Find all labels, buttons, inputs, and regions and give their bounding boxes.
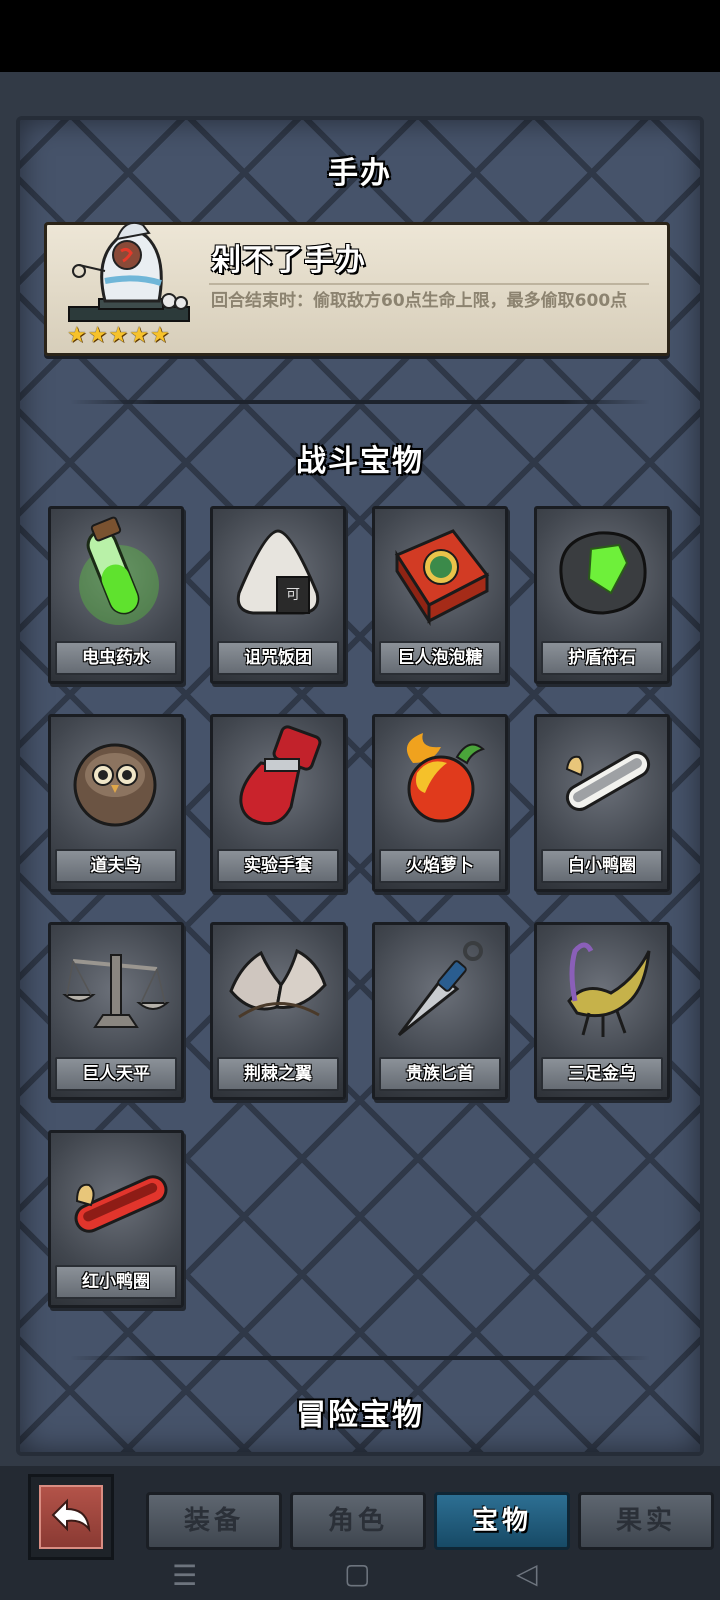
treasure-item[interactable]: 白小鸭圈 (534, 714, 670, 892)
treasure-item[interactable]: 贵族匕首 (372, 922, 508, 1100)
treasure-item[interactable]: 巨人泡泡糖 (372, 506, 508, 684)
treasure-item[interactable]: 实验手套 (210, 714, 346, 892)
treasure-item[interactable]: 巨人天平 (48, 922, 184, 1100)
treasure-item-label: 巨人泡泡糖 (379, 641, 501, 675)
status-bar (0, 0, 720, 72)
potion-icon (79, 516, 159, 625)
figure-description: 回合结束时：偷取敌方60点生命上限，最多偷取600点 (211, 291, 628, 311)
treasure-item-label: 红小鸭圈 (55, 1265, 177, 1299)
treasure-item-label: 电虫药水 (55, 641, 177, 675)
treasure-item-label: 三足金乌 (541, 1057, 663, 1091)
tab-equipment[interactable]: 装备 (146, 1492, 282, 1550)
star-icon: ★ (149, 323, 170, 348)
treasure-item[interactable]: 三足金乌 (534, 922, 670, 1100)
menu-icon[interactable]: ☰ (172, 1562, 197, 1590)
back-arrow-icon (51, 1498, 91, 1533)
star-icon: ★ (87, 323, 108, 348)
svg-text:可: 可 (286, 587, 300, 603)
system-navigation-bar: ☰ ▢ ◁ (0, 1552, 720, 1600)
treasure-item[interactable]: 道夫鸟 (48, 714, 184, 892)
treasure-panel[interactable]: 手办 ★ ★ ★ ★ ★ 剁不了手办 回合结束时：偷取敌方60点生命上限，最多偷… (16, 116, 704, 1456)
dagger-icon (397, 941, 483, 1037)
figure-divider (209, 283, 649, 285)
tab-fruit[interactable]: 果实 (578, 1492, 714, 1550)
back-button-face (39, 1485, 103, 1549)
rating-stars: ★ ★ ★ ★ ★ (67, 325, 170, 347)
treasure-item-label: 白小鸭圈 (541, 849, 663, 883)
rune-stone-icon (559, 531, 647, 615)
white-ring-icon (565, 751, 651, 811)
treasure-item-label: 实验手套 (217, 849, 339, 883)
adventure-section-title: 冒险宝物 (296, 1398, 424, 1433)
tab-treasure[interactable]: 宝物 (434, 1492, 570, 1550)
app-root: 手办 ★ ★ ★ ★ ★ 剁不了手办 回合结束时：偷取敌方60点生命上限，最多偷… (0, 0, 720, 1600)
treasure-item[interactable]: 荆棘之翼 (210, 922, 346, 1100)
treasure-item-label: 诅咒饭团 (217, 641, 339, 675)
treasure-item-label: 巨人天平 (55, 1057, 177, 1091)
gum-box-icon (394, 529, 490, 627)
red-ring-icon (74, 1175, 168, 1233)
battle-section-title: 战斗宝物 (296, 444, 424, 479)
treasure-item[interactable]: 护盾符石 (534, 506, 670, 684)
thorn-wings-icon (229, 948, 327, 1019)
golden-bird-icon (567, 942, 651, 1037)
scale-icon (62, 954, 170, 1028)
rice-ball-icon: 可 (236, 529, 320, 615)
star-icon: ★ (108, 323, 129, 348)
home-icon[interactable]: ▢ (344, 1560, 370, 1588)
fire-radish-icon (406, 733, 485, 823)
figure-name: 剁不了手办 (211, 243, 366, 278)
figure-card[interactable]: ★ ★ ★ ★ ★ 剁不了手办 回合结束时：偷取敌方60点生命上限，最多偷取60… (44, 221, 670, 356)
figure-portrait-icon (68, 221, 190, 322)
back-button[interactable] (28, 1474, 114, 1560)
treasure-item[interactable]: 火焰萝卜 (372, 714, 508, 892)
back-icon[interactable]: ◁ (516, 1560, 538, 1588)
treasure-item[interactable]: 电虫药水 (48, 506, 184, 684)
glove-icon (239, 725, 322, 826)
treasure-item[interactable]: 红小鸭圈 (48, 1130, 184, 1308)
figure-section-title: 手办 (328, 156, 392, 191)
treasure-item-label: 道夫鸟 (55, 849, 177, 883)
star-icon: ★ (67, 323, 87, 348)
section-divider (70, 400, 650, 404)
treasure-item-label: 火焰萝卜 (379, 849, 501, 883)
owl-icon (73, 743, 157, 827)
section-divider (70, 1356, 650, 1360)
treasure-item-label: 荆棘之翼 (217, 1057, 339, 1091)
treasure-item-label: 护盾符石 (541, 641, 663, 675)
star-icon: ★ (129, 323, 149, 348)
treasure-item-label: 贵族匕首 (379, 1057, 501, 1091)
tab-character[interactable]: 角色 (290, 1492, 426, 1550)
treasure-item[interactable]: 可 诅咒饭团 (210, 506, 346, 684)
